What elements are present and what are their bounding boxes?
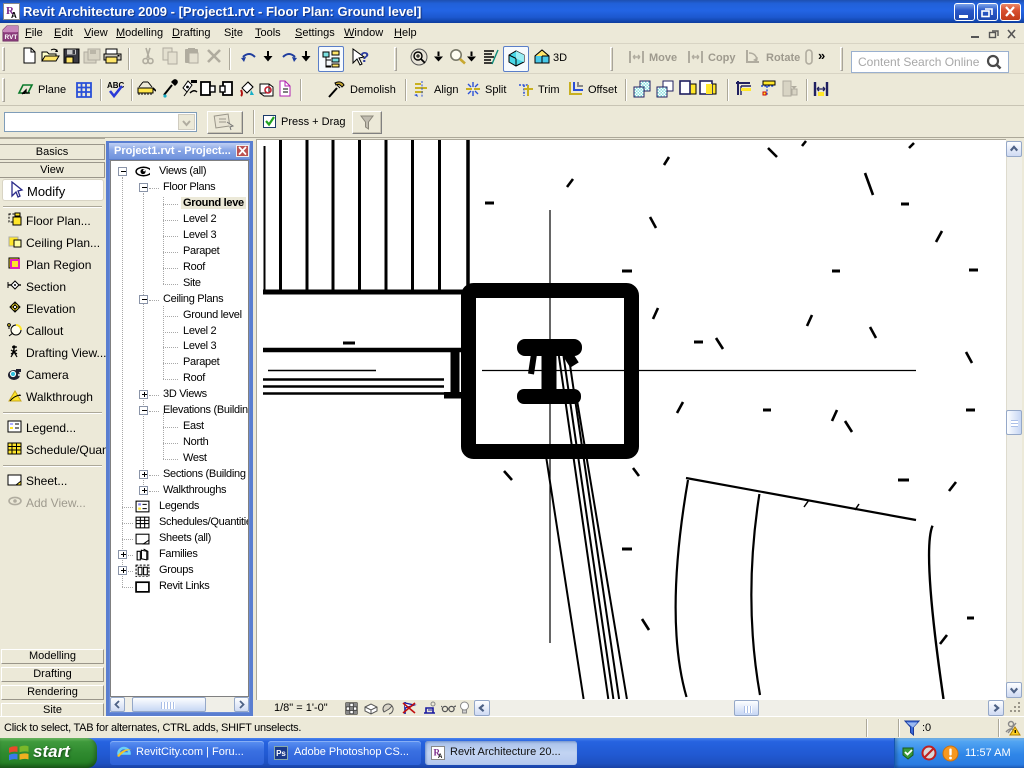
svg-text:A: A [11,11,17,20]
svg-text:A: A [438,754,443,760]
svg-text:?: ? [360,49,369,66]
svg-text:RVT: RVT [5,34,18,41]
